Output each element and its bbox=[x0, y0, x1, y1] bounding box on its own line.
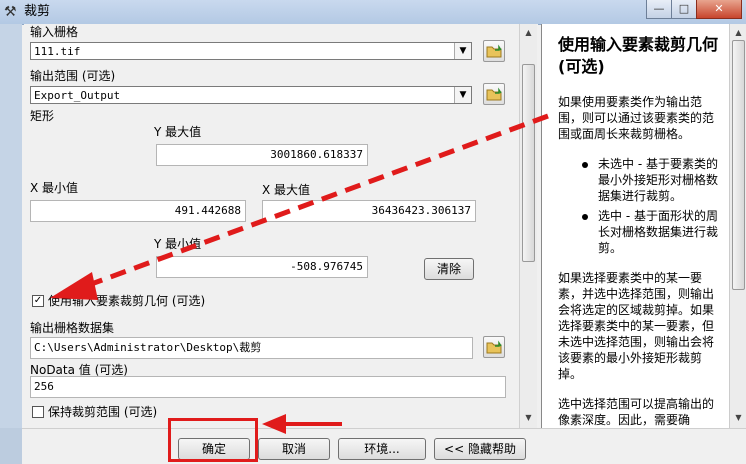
ok-highlight-box bbox=[168, 418, 258, 462]
dashed-arrow-line bbox=[85, 113, 549, 289]
clip-dialog: ⚒ 裁剪 — □ ✕ 输入栅格 111.tif ▼ 输出范围 (可选) Expo… bbox=[0, 0, 746, 464]
arrow-head-icon bbox=[262, 414, 286, 434]
annotation-overlay bbox=[50, 113, 549, 434]
arrow-head-icon bbox=[50, 272, 98, 300]
